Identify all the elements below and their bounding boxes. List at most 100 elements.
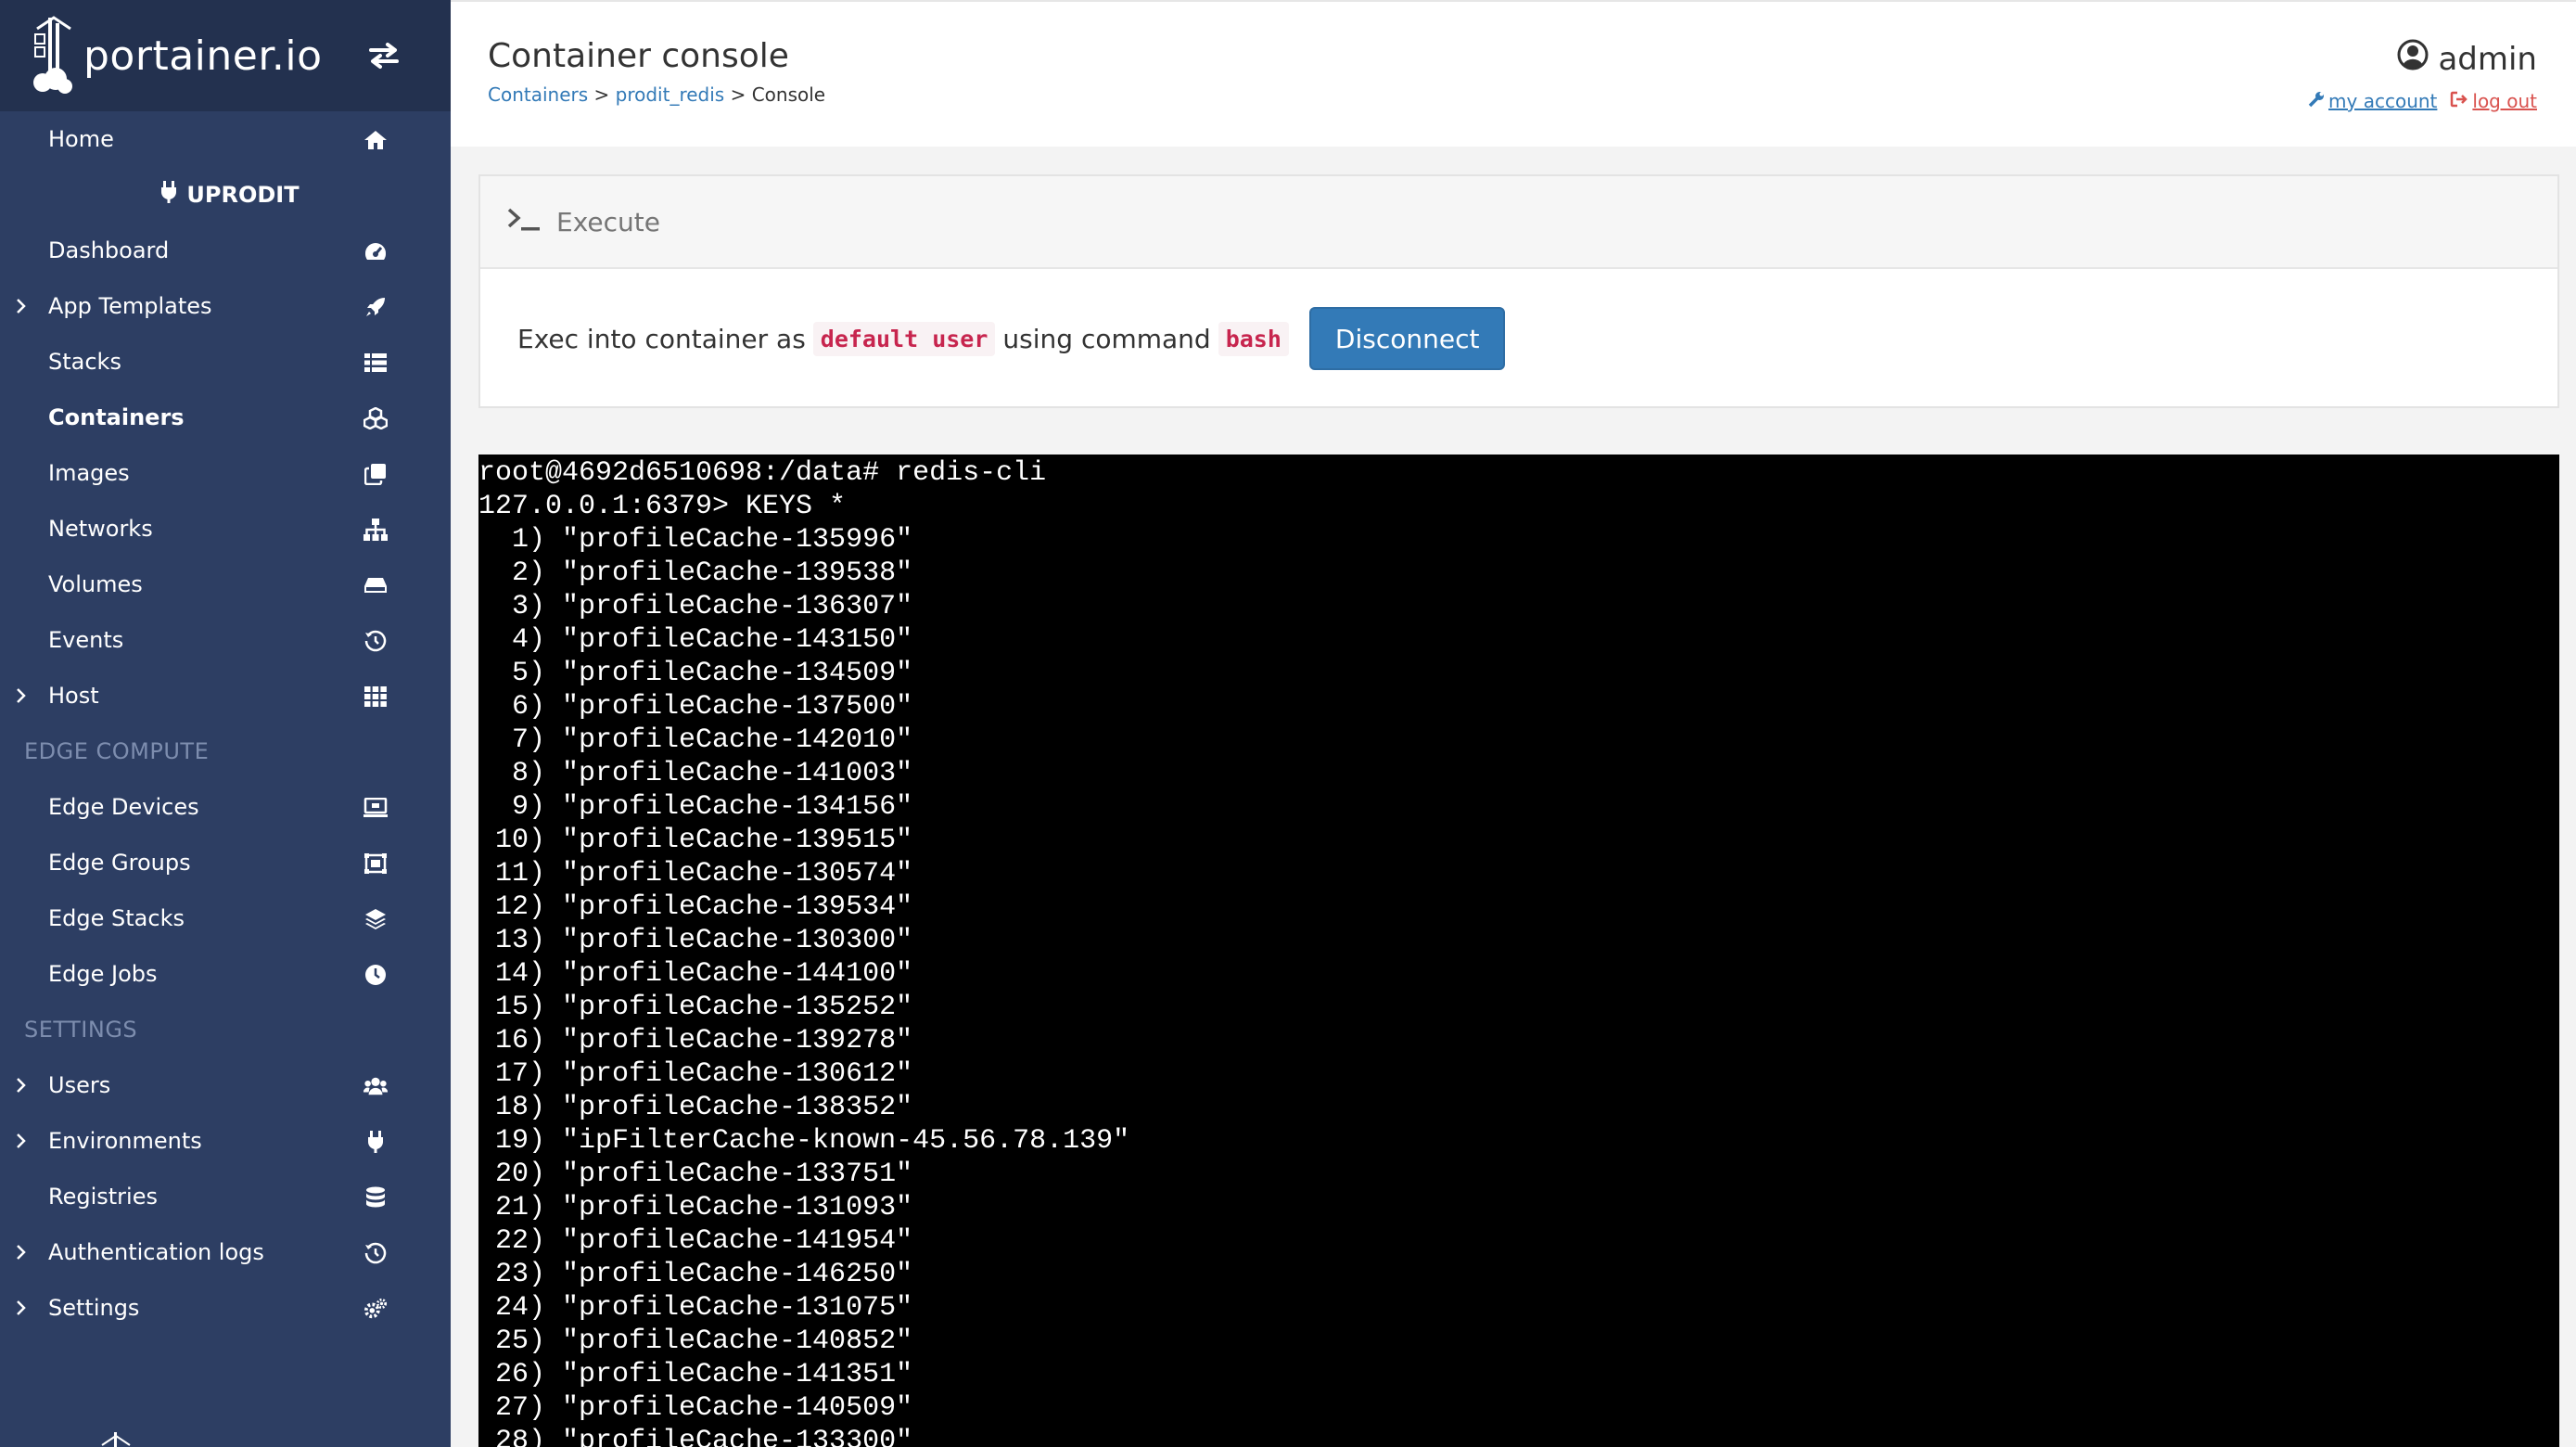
sidebar-item-label: Users	[48, 1072, 111, 1098]
sidebar-item-edge-stacks[interactable]: Edge Stacks	[0, 890, 451, 946]
chevron-right-icon[interactable]	[11, 685, 32, 706]
th-list-icon	[363, 351, 388, 375]
app-root: portainer.io Home UPRODIT Dashboard App …	[0, 0, 2576, 1447]
log-out-link[interactable]: log out	[2450, 90, 2537, 112]
sidebar-item-stacks[interactable]: Stacks	[0, 334, 451, 390]
sidebar-item-label: Dashboard	[48, 237, 170, 263]
chevron-right-icon[interactable]	[11, 296, 32, 316]
terminal-line: 21) "profileCache-131093"	[478, 1192, 913, 1223]
terminal-icon	[506, 205, 542, 239]
sidebar-item-users[interactable]: Users	[0, 1057, 451, 1113]
terminal-line: 8) "profileCache-141003"	[478, 758, 913, 789]
plug-icon	[363, 1130, 388, 1154]
terminal-line: 28) "profileCache-133300"	[478, 1426, 913, 1447]
user-circle-icon	[2397, 39, 2429, 79]
execute-widget-title: Execute	[556, 206, 660, 237]
terminal-line: 2) "profileCache-139538"	[478, 557, 913, 589]
disconnect-button[interactable]: Disconnect	[1308, 307, 1506, 370]
terminal-line: 15) "profileCache-135252"	[478, 992, 913, 1023]
terminal-line: 22) "profileCache-141954"	[478, 1225, 913, 1257]
terminal-console[interactable]: root@4692d6510698:/data# redis-cli 127.0…	[478, 455, 2559, 1447]
terminal-line: 11) "profileCache-130574"	[478, 858, 913, 890]
clone-icon	[363, 462, 388, 486]
sidebar-item-events[interactable]: Events	[0, 612, 451, 668]
execute-widget: Execute Exec into container as default u…	[478, 174, 2559, 408]
sidebar-item-label: Registries	[48, 1184, 158, 1210]
chevron-right-icon[interactable]	[11, 1242, 32, 1262]
sidebar-brand: portainer.io	[0, 0, 451, 111]
main-content: Container console Containers > prodit_re…	[451, 0, 2576, 1447]
sitemap-icon	[363, 518, 388, 542]
terminal-line: 19) "ipFilterCache-known-45.56.78.139"	[478, 1125, 1130, 1157]
breadcrumb-separator: >	[593, 83, 610, 106]
brand-name[interactable]: portainer.io	[83, 32, 323, 80]
sidebar-item-label: Edge Jobs	[48, 961, 158, 987]
sidebar-item-label: Edge Devices	[48, 794, 199, 820]
sidebar-item-environments[interactable]: Environments	[0, 1113, 451, 1169]
laptop-icon	[363, 796, 388, 820]
page-header: Container console Containers > prodit_re…	[451, 0, 2576, 147]
terminal-line: 10) "profileCache-139515"	[478, 825, 913, 856]
sidebar-item-settings[interactable]: Settings	[0, 1280, 451, 1336]
sidebar-item-images[interactable]: Images	[0, 445, 451, 501]
sidebar-item-label: Home	[48, 126, 114, 152]
history-icon	[363, 1241, 388, 1265]
my-account-link[interactable]: my account	[2308, 90, 2437, 112]
sidebar-item-app-templates[interactable]: App Templates	[0, 278, 451, 334]
sidebar-item-networks[interactable]: Networks	[0, 501, 451, 557]
sidebar-item-label: Settings	[48, 1295, 140, 1321]
sidebar-item-label: Containers	[48, 404, 185, 430]
sidebar-item-home[interactable]: Home	[0, 111, 451, 167]
sidebar-item-edge-jobs[interactable]: Edge Jobs	[0, 946, 451, 1002]
terminal-line: 17) "profileCache-130612"	[478, 1058, 913, 1090]
sidebar-item-authentication-logs[interactable]: Authentication logs	[0, 1224, 451, 1280]
chevron-right-icon[interactable]	[11, 1298, 32, 1318]
breadcrumb: Containers > prodit_redis > Console	[488, 83, 825, 106]
sidebar-item-containers[interactable]: Containers	[0, 390, 451, 445]
terminal-line: 20) "profileCache-133751"	[478, 1159, 913, 1190]
user-info: admin	[2308, 39, 2537, 79]
hdd-icon	[363, 573, 388, 597]
environment-name: UPRODIT	[0, 167, 451, 223]
th-icon	[363, 685, 388, 709]
sidebar-item-dashboard[interactable]: Dashboard	[0, 223, 451, 278]
sidebar-item-host[interactable]: Host	[0, 668, 451, 724]
terminal-line: 18) "profileCache-138352"	[478, 1092, 913, 1123]
chevron-right-icon[interactable]	[11, 1075, 32, 1095]
terminal-line: 9) "profileCache-134156"	[478, 791, 913, 823]
terminal-line: 12) "profileCache-139534"	[478, 891, 913, 923]
environment-label: UPRODIT	[186, 182, 300, 208]
terminal-line: 3) "profileCache-136307"	[478, 591, 913, 622]
cubes-icon	[363, 406, 388, 430]
sidebar-item-label: Networks	[48, 516, 153, 542]
my-account-label[interactable]: my account	[2328, 90, 2437, 112]
users-icon	[363, 1074, 388, 1098]
log-out-label[interactable]: log out	[2472, 90, 2537, 112]
sidebar-item-registries[interactable]: Registries	[0, 1169, 451, 1224]
terminal-line: 23) "profileCache-146250"	[478, 1259, 913, 1290]
sidebar-item-volumes[interactable]: Volumes	[0, 557, 451, 612]
terminal-line: 6) "profileCache-137500"	[478, 691, 913, 723]
breadcrumb-link-containers[interactable]: Containers	[488, 83, 588, 106]
sidebar-item-edge-groups[interactable]: Edge Groups	[0, 835, 451, 890]
sidebar-item-label: Host	[48, 683, 99, 709]
object-group-icon	[363, 852, 388, 876]
cogs-icon	[363, 1297, 388, 1321]
sidebar-toggle-icon[interactable]	[365, 37, 402, 74]
execute-widget-body: Exec into container as default user usin…	[480, 269, 2557, 408]
plug-icon	[160, 181, 177, 209]
page-title: Container console	[488, 37, 789, 75]
portainer-footer-logo-icon	[93, 1428, 139, 1447]
portainer-logo-icon[interactable]	[30, 14, 76, 97]
history-icon	[363, 629, 388, 653]
user-box: admin my account log out	[2308, 39, 2537, 112]
sidebar-item-label: Events	[48, 627, 124, 653]
chevron-right-icon[interactable]	[11, 1131, 32, 1151]
sidebar-item-label: Images	[48, 460, 130, 486]
home-icon	[363, 128, 388, 152]
terminal-line: root@4692d6510698:/data# redis-cli	[478, 457, 1047, 489]
exec-text-middle: using command	[1002, 323, 1211, 354]
terminal-line: 127.0.0.1:6379> KEYS *	[478, 491, 847, 522]
breadcrumb-link-container[interactable]: prodit_redis	[616, 83, 725, 106]
sidebar-item-edge-devices[interactable]: Edge Devices	[0, 779, 451, 835]
